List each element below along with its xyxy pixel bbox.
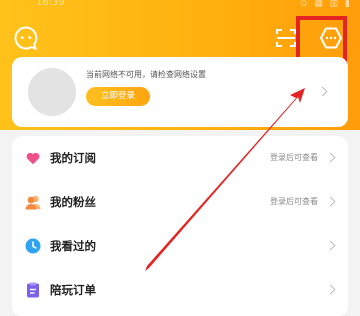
chevron-right-icon xyxy=(325,196,336,207)
menu-item-hint: 登录后可查看 xyxy=(270,153,318,162)
chevron-right-icon xyxy=(325,240,336,251)
menu-item-label: 我的订阅 xyxy=(50,151,96,165)
status-bar: 16:39 ⊙ ▦ ▥ ▮ xyxy=(0,0,360,12)
avatar[interactable] xyxy=(28,68,76,116)
status-time: 16:39 xyxy=(36,0,65,8)
fans-icon xyxy=(25,195,41,210)
menu-item-orders[interactable]: 陪玩订单 xyxy=(12,268,348,312)
login-button[interactable]: 立即登录 xyxy=(86,87,150,106)
network-error-text: 当前网络不可用，请检查网络设置 xyxy=(86,70,206,79)
menu-item-history[interactable]: 我看过的 xyxy=(12,224,348,268)
chevron-right-icon xyxy=(325,284,336,295)
menu-item-label: 陪玩订单 xyxy=(50,283,96,297)
clock-icon xyxy=(25,238,41,254)
menu-list: 我的订阅 登录后可查看 我的粉丝 登录后可查看 我看过的 陪玩订单 xyxy=(12,136,348,316)
order-icon xyxy=(27,282,39,298)
menu-item-hint: 登录后可查看 xyxy=(270,197,318,206)
heart-icon xyxy=(26,152,40,165)
message-icon[interactable] xyxy=(13,25,39,51)
menu-item-label: 我看过的 xyxy=(50,239,96,253)
menu-item-fans[interactable]: 我的粉丝 登录后可查看 xyxy=(12,180,348,224)
profile-card[interactable]: 当前网络不可用，请检查网络设置 立即登录 xyxy=(12,57,348,127)
chevron-right-icon xyxy=(325,152,336,163)
menu-item-label: 我的粉丝 xyxy=(50,195,96,209)
menu-item-subscriptions[interactable]: 我的订阅 登录后可查看 xyxy=(12,136,348,180)
status-icons: ⊙ ▦ ▥ ▮ xyxy=(299,0,352,9)
chevron-right-icon xyxy=(317,86,328,97)
